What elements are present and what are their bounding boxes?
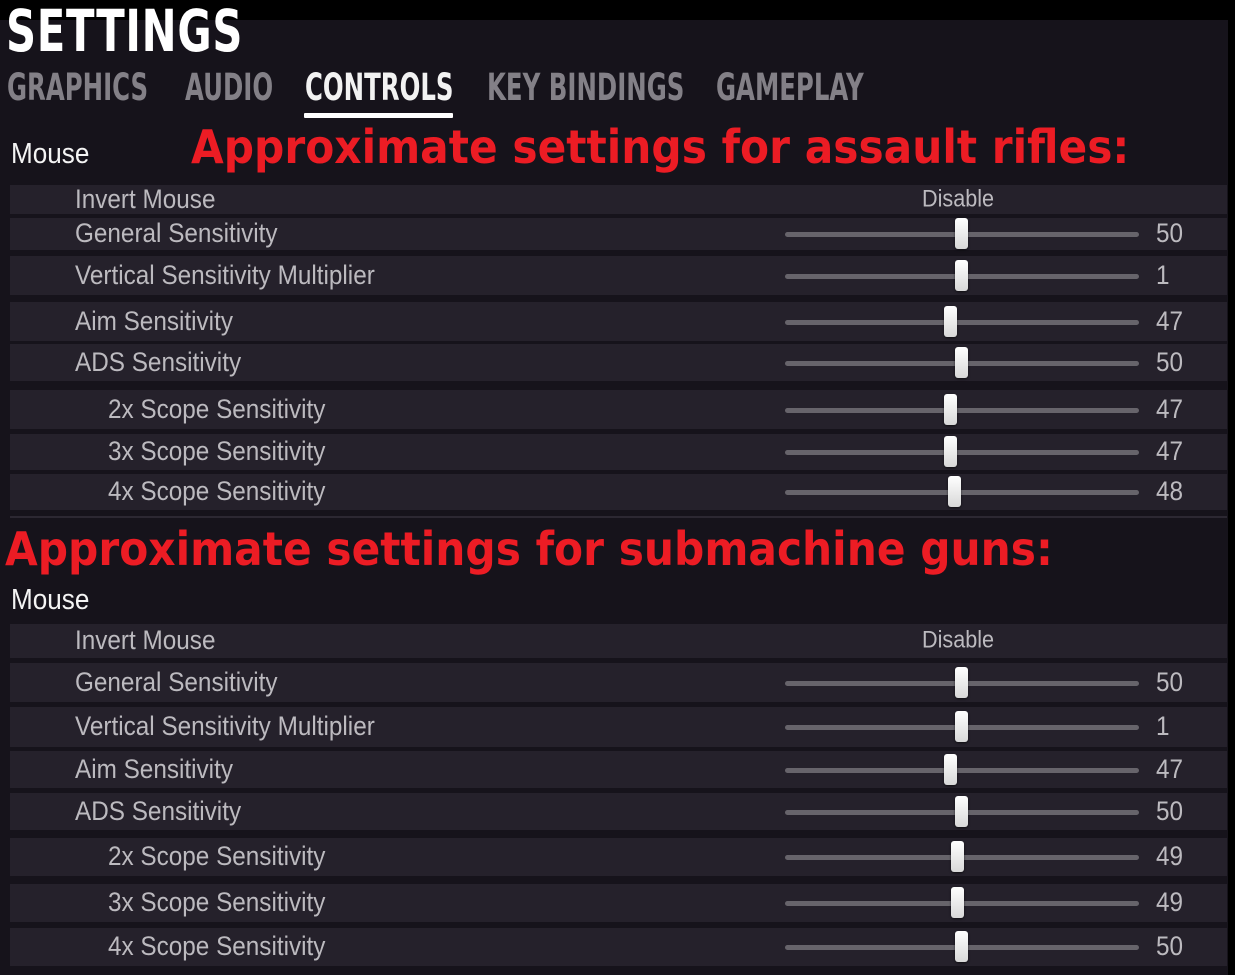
setting-label: Vertical Sensitivity Multiplier [75,710,375,741]
sensitivity-slider[interactable] [785,707,1139,747]
setting-label: 2x Scope Sensitivity [108,393,326,424]
setting-label: General Sensitivity [75,217,278,248]
annotation-assault-rifles: Approximate settings for assault rifles: [191,120,1130,174]
sensitivity-slider[interactable] [785,434,1139,470]
setting-row: 3x Scope Sensitivity 47 [10,434,1227,470]
setting-row: General Sensitivity 50 [10,663,1227,702]
slider-track[interactable] [785,450,1139,455]
slider-value: 50 [1156,795,1184,826]
sensitivity-slider[interactable] [785,390,1139,429]
slider-value: 1 [1156,259,1170,290]
section-divider [10,516,1227,518]
annotation-submachine-guns: Approximate settings for submachine guns… [5,522,1053,576]
setting-label: Aim Sensitivity [75,305,233,336]
slider-thumb[interactable] [955,346,968,378]
sensitivity-slider[interactable] [785,928,1139,966]
setting-label: Invert Mouse [75,624,216,655]
tab-audio[interactable]: AUDIO [185,66,273,110]
slider-value: 49 [1156,840,1184,871]
setting-label: Invert Mouse [75,183,216,214]
slider-value: 50 [1156,666,1184,697]
slider-thumb[interactable] [944,436,958,467]
sensitivity-slider[interactable] [785,218,1139,250]
setting-label: 3x Scope Sensitivity [108,886,326,917]
setting-label: 2x Scope Sensitivity [108,840,326,871]
sensitivity-slider[interactable] [785,663,1139,702]
sensitivity-slider[interactable] [785,344,1139,381]
setting-row: Vertical Sensitivity Multiplier 1 [10,256,1227,295]
slider-value: 49 [1156,886,1184,917]
setting-label: 3x Scope Sensitivity [108,435,326,466]
slider-thumb[interactable] [951,841,965,872]
setting-label: ADS Sensitivity [75,795,242,826]
sensitivity-slider[interactable] [785,474,1139,510]
setting-label: 4x Scope Sensitivity [108,930,326,961]
setting-row: Vertical Sensitivity Multiplier 1 [10,707,1227,747]
tab-gameplay[interactable]: GAMEPLAY [716,66,864,110]
setting-row: ADS Sensitivity 50 [10,344,1227,381]
slider-value: 48 [1156,475,1184,506]
sensitivity-slider[interactable] [785,793,1139,830]
slider-track[interactable] [785,319,1139,325]
invert-mouse-toggle[interactable]: Disable [922,185,994,213]
setting-row: 3x Scope Sensitivity 49 [10,884,1227,922]
setting-row: Aim Sensitivity 47 [10,302,1227,341]
sensitivity-slider[interactable] [785,751,1139,788]
tab-graphics[interactable]: GRAPHICS [7,66,148,110]
setting-row: General Sensitivity 50 [10,218,1227,250]
setting-label: 4x Scope Sensitivity [108,475,326,506]
slider-thumb[interactable] [955,259,968,291]
slider-thumb[interactable] [951,887,965,918]
slider-thumb[interactable] [944,753,958,785]
sensitivity-slider[interactable] [785,256,1139,295]
setting-label: Vertical Sensitivity Multiplier [75,259,375,290]
setting-label: ADS Sensitivity [75,346,242,377]
slider-value: 1 [1156,710,1170,741]
slider-thumb[interactable] [955,795,968,827]
sensitivity-slider[interactable] [785,838,1139,876]
setting-row: 4x Scope Sensitivity 48 [10,474,1227,510]
slider-value: 47 [1156,305,1184,336]
setting-label: General Sensitivity [75,666,278,697]
slider-track[interactable] [785,767,1139,773]
tab-controls[interactable]: CONTROLS [305,66,453,110]
setting-label: Aim Sensitivity [75,753,233,784]
slider-value: 47 [1156,753,1184,784]
setting-row: Invert Mouse Disable [10,183,1227,214]
tab-key-bindings[interactable]: KEY BINDINGS [487,66,684,110]
slider-thumb[interactable] [944,393,958,425]
slider-thumb[interactable] [955,931,968,962]
slider-value: 47 [1156,393,1184,424]
slider-track[interactable] [785,490,1139,495]
slider-value: 50 [1156,217,1184,248]
slider-value: 47 [1156,435,1184,466]
slider-thumb[interactable] [955,218,968,249]
setting-row: ADS Sensitivity 50 [10,793,1227,830]
slider-value: 50 [1156,930,1184,961]
page-title: SETTINGS [6,0,244,65]
mouse-group-label: Mouse [11,584,90,616]
setting-row: 4x Scope Sensitivity 50 [10,928,1227,966]
slider-track[interactable] [785,407,1139,413]
invert-mouse-toggle[interactable]: Disable [922,626,994,654]
setting-row: 2x Scope Sensitivity 49 [10,838,1227,876]
slider-thumb[interactable] [944,305,958,337]
mouse-group-label: Mouse [11,138,90,170]
sensitivity-slider[interactable] [785,302,1139,341]
slider-thumb[interactable] [947,476,961,507]
slider-thumb[interactable] [955,711,968,742]
slider-value: 50 [1156,346,1184,377]
setting-row: Aim Sensitivity 47 [10,751,1227,788]
active-tab-indicator [304,113,453,118]
setting-row: Invert Mouse Disable [10,624,1227,658]
sensitivity-slider[interactable] [785,884,1139,922]
setting-row: 2x Scope Sensitivity 47 [10,390,1227,429]
slider-thumb[interactable] [955,666,968,698]
